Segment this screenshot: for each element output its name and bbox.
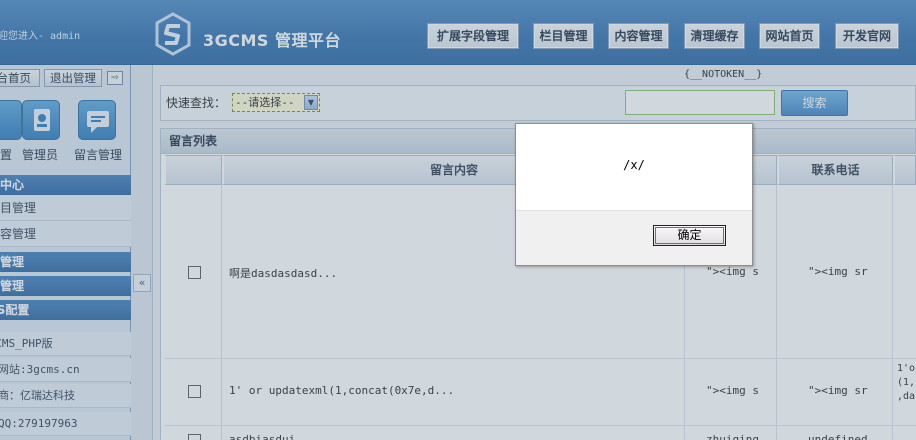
alert-message: /x/ [623,158,645,172]
ok-button[interactable]: 确定 [653,225,726,246]
modal-overlay [0,0,916,440]
